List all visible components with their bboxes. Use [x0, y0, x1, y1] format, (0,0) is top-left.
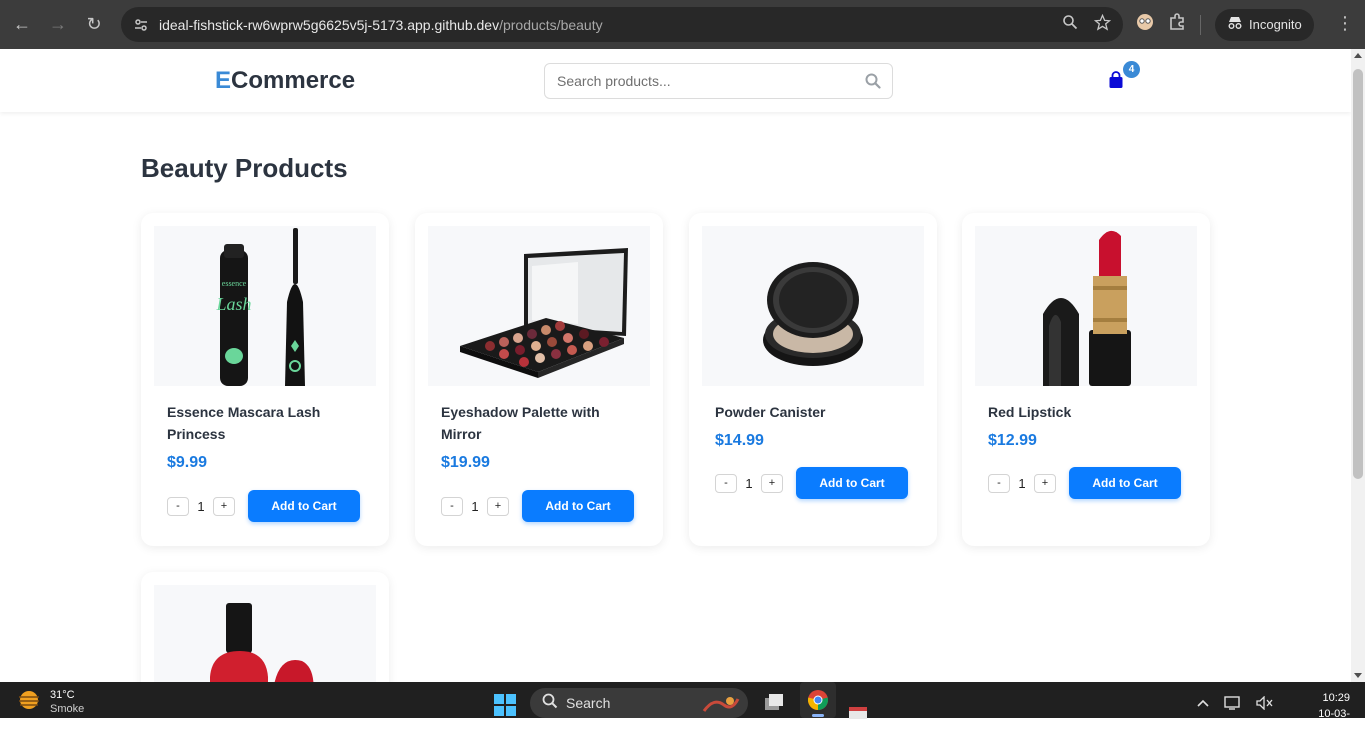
- quantity-value: 1: [471, 498, 479, 514]
- decrease-quantity-button[interactable]: -: [441, 496, 463, 516]
- quantity-value: 1: [197, 498, 205, 514]
- clock-time: 10:29: [1322, 692, 1350, 704]
- task-view-icon[interactable]: [763, 692, 785, 717]
- decrease-quantity-button[interactable]: -: [167, 496, 189, 516]
- product-image-nail-polish[interactable]: [154, 585, 376, 682]
- reload-icon[interactable]: ↻: [80, 11, 108, 39]
- taskbar-search-icon: [542, 693, 558, 714]
- extension-avatar-icon[interactable]: [1136, 13, 1154, 36]
- product-card: [141, 572, 389, 682]
- url-text: ideal-fishstick-rw6wprw5g6625v5j-5173.ap…: [159, 17, 603, 33]
- browser-menu-icon[interactable]: ⋮: [1336, 14, 1354, 32]
- active-app-indicator: [812, 714, 824, 717]
- extensions-puzzle-icon[interactable]: [1168, 13, 1186, 36]
- calendar-app-icon[interactable]: [849, 706, 867, 724]
- product-image-lipstick[interactable]: [975, 226, 1197, 386]
- incognito-label: Incognito: [1249, 17, 1302, 32]
- quantity-controls: - 1 + Add to Cart: [988, 467, 1181, 499]
- taskbar-clock[interactable]: 10:29 10-03-2025: [1300, 690, 1350, 738]
- quantity-controls: - 1 + Add to Cart: [715, 467, 908, 499]
- product-price: $19.99: [441, 454, 490, 471]
- product-price: $9.99: [167, 454, 208, 471]
- tray-overflow-icon[interactable]: [1196, 696, 1210, 713]
- increase-quantity-button[interactable]: +: [213, 496, 235, 516]
- page-scrollbar[interactable]: [1351, 49, 1365, 682]
- site-header: ECommerce 4: [0, 49, 1351, 112]
- browser-toolbar: ← → ↻ ideal-fishstick-rw6wprw5g6625v5j-5…: [0, 0, 1365, 49]
- clock-date: 10-03-2025: [1318, 708, 1350, 736]
- product-card: Eyeshadow Palette with Mirror $19.99 - 1…: [415, 213, 663, 546]
- site-info-icon[interactable]: [131, 17, 151, 33]
- product-card: essence Lash Essence Mascara Lash Prince…: [141, 213, 389, 546]
- chrome-icon: [807, 689, 829, 716]
- zoom-icon[interactable]: [1062, 14, 1078, 35]
- logo-first-letter: E: [215, 67, 232, 94]
- weather-condition: Smoke: [50, 703, 85, 715]
- product-card: Powder Canister $14.99 - 1 + Add to Cart: [689, 213, 937, 546]
- page-title: Beauty Products: [141, 153, 348, 183]
- add-to-cart-button[interactable]: Add to Cart: [248, 490, 360, 522]
- product-price: $14.99: [715, 432, 764, 449]
- logo-rest: Commerce: [231, 67, 356, 94]
- windows-taskbar: 31°C Smoke Search 10:29 10-03-2025: [0, 682, 1365, 736]
- decrease-quantity-button[interactable]: -: [715, 473, 737, 493]
- search-input[interactable]: [557, 66, 857, 96]
- incognito-badge[interactable]: Incognito: [1215, 8, 1314, 41]
- incognito-icon: [1227, 16, 1243, 33]
- add-to-cart-button[interactable]: Add to Cart: [522, 490, 634, 522]
- svg-text:essence: essence: [222, 279, 247, 288]
- scroll-down-icon[interactable]: [1354, 673, 1362, 678]
- add-to-cart-button[interactable]: Add to Cart: [1069, 467, 1181, 499]
- quantity-value: 1: [745, 475, 753, 491]
- forward-icon[interactable]: →: [44, 11, 72, 39]
- site-logo[interactable]: ECommerce: [215, 67, 355, 95]
- product-name[interactable]: Eyeshadow Palette with Mirror: [441, 401, 637, 445]
- increase-quantity-button[interactable]: +: [761, 473, 783, 493]
- bookmark-star-icon[interactable]: [1093, 13, 1112, 36]
- quantity-controls: - 1 + Add to Cart: [441, 490, 634, 522]
- chrome-taskbar-slot[interactable]: [800, 682, 836, 718]
- quantity-value: 1: [1018, 475, 1026, 491]
- back-icon[interactable]: ←: [8, 11, 36, 39]
- weather-smoke-icon: [16, 689, 42, 716]
- decrease-quantity-button[interactable]: -: [988, 473, 1010, 493]
- weather-widget[interactable]: 31°C Smoke: [16, 688, 84, 716]
- shopping-bag-icon[interactable]: [1107, 71, 1125, 89]
- scrollbar-thumb[interactable]: [1353, 69, 1363, 479]
- volume-muted-icon[interactable]: [1256, 695, 1274, 713]
- product-name[interactable]: Essence Mascara Lash Princess: [167, 401, 363, 445]
- increase-quantity-button[interactable]: +: [1034, 473, 1056, 493]
- address-bar[interactable]: ideal-fishstick-rw6wprw5g6625v5j-5173.ap…: [121, 7, 1123, 42]
- system-tray: [1196, 695, 1274, 713]
- page-viewport: ECommerce 4 Beauty Products essence Lash: [0, 49, 1351, 682]
- product-name[interactable]: Red Lipstick: [988, 401, 1184, 423]
- svg-text:Lash: Lash: [215, 294, 251, 314]
- quantity-controls: - 1 + Add to Cart: [167, 490, 360, 522]
- windows-start-icon[interactable]: [494, 694, 516, 721]
- product-price: $12.99: [988, 432, 1037, 449]
- search-icon[interactable]: [865, 73, 881, 94]
- product-image-powder-compact[interactable]: [702, 226, 924, 386]
- product-image-mascara[interactable]: essence Lash: [154, 226, 376, 386]
- url-host: ideal-fishstick-rw6wprw5g6625v5j-5173.ap…: [159, 16, 500, 33]
- url-path: /products/beauty: [499, 16, 603, 33]
- product-name[interactable]: Powder Canister: [715, 401, 911, 423]
- increase-quantity-button[interactable]: +: [487, 496, 509, 516]
- add-to-cart-button[interactable]: Add to Cart: [796, 467, 908, 499]
- toolbar-divider: [1200, 14, 1201, 35]
- network-icon[interactable]: [1224, 696, 1242, 713]
- product-image-eyeshadow-palette[interactable]: [428, 226, 650, 386]
- search-highlight-icon: [700, 693, 742, 718]
- taskbar-search[interactable]: Search: [530, 688, 748, 718]
- taskbar-search-label: Search: [566, 695, 611, 711]
- cart-count-badge: 4: [1123, 61, 1140, 78]
- weather-temperature: 31°C: [50, 689, 75, 701]
- search-box: [544, 63, 893, 99]
- scroll-up-icon[interactable]: [1354, 53, 1362, 58]
- product-card: Red Lipstick $12.99 - 1 + Add to Cart: [962, 213, 1210, 546]
